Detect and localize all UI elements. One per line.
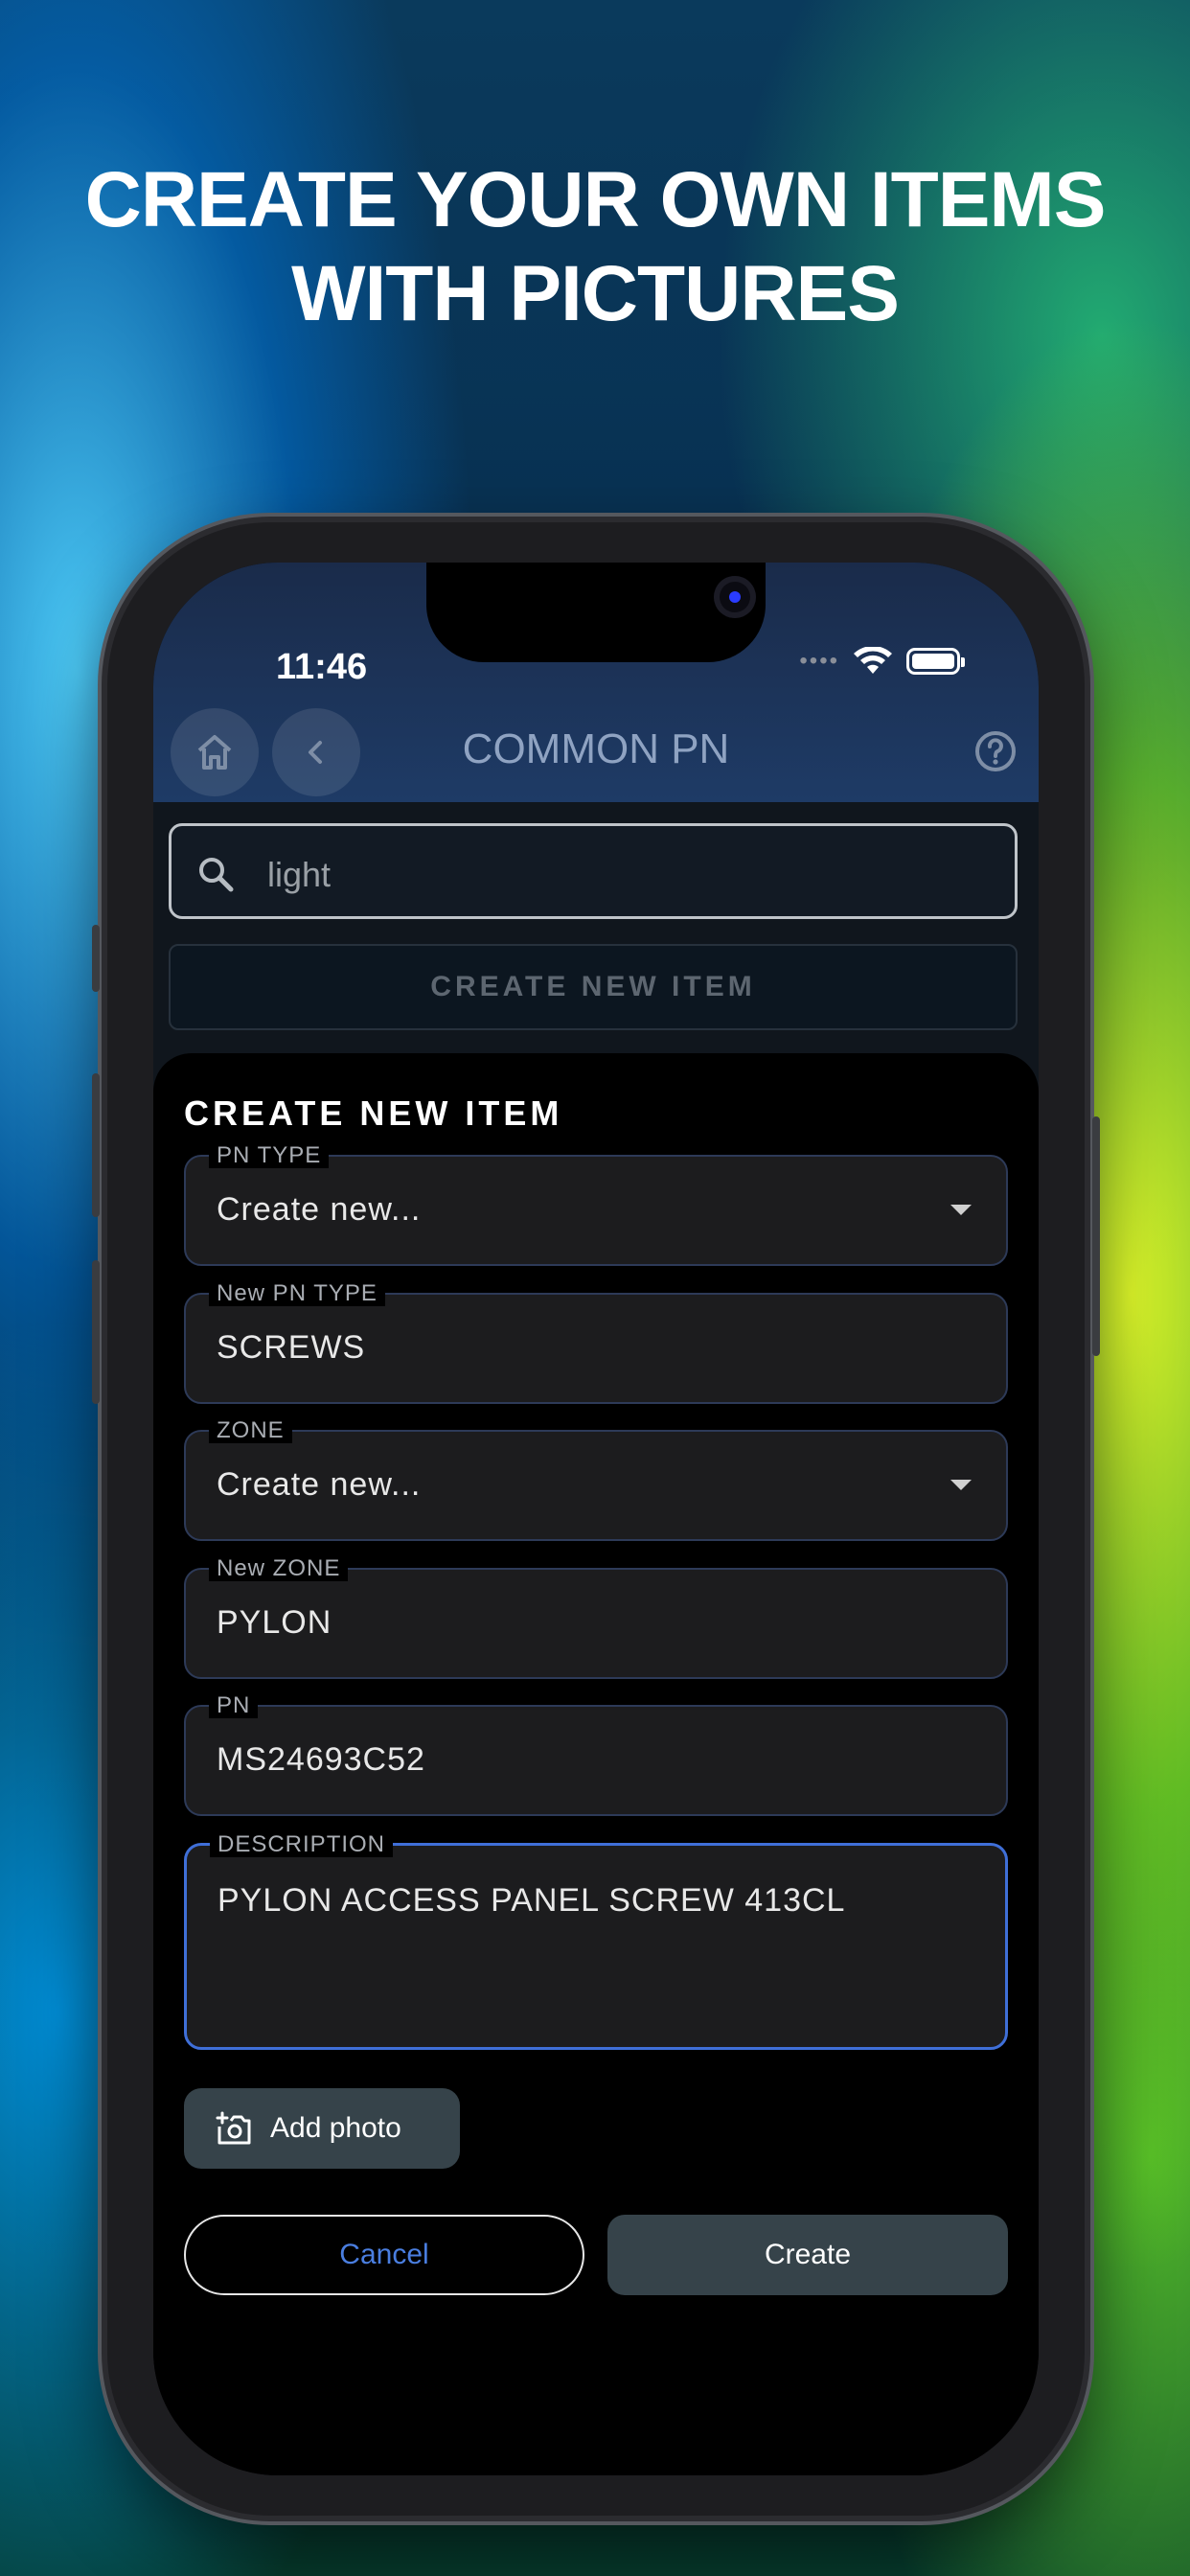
new-pn-type-value: SCREWS	[217, 1329, 366, 1366]
status-icons: ••••	[799, 647, 965, 676]
pn-field[interactable]: PN MS24693C52	[184, 1693, 1008, 1816]
zone-value: Create new...	[217, 1466, 422, 1503]
phone-frame: 11:46 •••• COMMON PN light CREATE NEW IT…	[92, 522, 1100, 2516]
create-item-sheet: CREATE NEW ITEM PN TYPE Create new... Ne…	[153, 1053, 1039, 2475]
create-new-item-button[interactable]: CREATE NEW ITEM	[169, 944, 1018, 1030]
add-photo-button[interactable]: Add photo	[184, 2088, 460, 2169]
zone-label: ZONE	[209, 1418, 292, 1443]
add-photo-label: Add photo	[270, 2112, 401, 2144]
new-pn-type-label: New PN TYPE	[209, 1281, 385, 1306]
battery-icon	[906, 648, 965, 675]
new-zone-label: New ZONE	[209, 1556, 349, 1581]
headline-line-1: CREATE YOUR OWN ITEMS	[84, 156, 1107, 243]
pn-label: PN	[209, 1693, 259, 1718]
wifi-icon	[854, 647, 892, 674]
pn-type-select[interactable]: PN TYPE Create new...	[184, 1143, 1008, 1266]
search-icon	[199, 858, 234, 892]
create-button[interactable]: Create	[607, 2215, 1008, 2295]
volume-down-button	[92, 1073, 100, 1217]
pn-type-value: Create new...	[217, 1191, 422, 1228]
description-value: PYLON ACCESS PANEL SCREW 413CL	[217, 1882, 846, 1919]
status-time: 11:46	[276, 647, 368, 687]
new-pn-type-field[interactable]: New PN TYPE SCREWS	[184, 1281, 1008, 1404]
search-input-value: light	[267, 855, 332, 894]
search-input[interactable]: light	[169, 823, 1018, 919]
notch	[426, 563, 766, 662]
sheet-title: CREATE NEW ITEM	[184, 1093, 563, 1133]
headline-line-2: WITH PICTURES	[291, 250, 900, 337]
new-zone-value: PYLON	[217, 1604, 332, 1641]
pn-value: MS24693C52	[217, 1741, 425, 1778]
app-bar: COMMON PN	[153, 687, 1039, 802]
add-photo-icon	[216, 2111, 251, 2145]
cancel-button[interactable]: Cancel	[184, 2215, 584, 2295]
help-circle-icon[interactable]	[973, 729, 1018, 773]
zone-select[interactable]: ZONE Create new...	[184, 1418, 1008, 1541]
new-zone-field[interactable]: New ZONE PYLON	[184, 1556, 1008, 1679]
phone-screen: 11:46 •••• COMMON PN light CREATE NEW IT…	[153, 563, 1039, 2475]
power-button	[1092, 1116, 1100, 1356]
headline: CREATE YOUR OWN ITEMS WITH PICTURES	[0, 153, 1190, 341]
front-camera	[714, 576, 756, 618]
pn-type-label: PN TYPE	[209, 1143, 330, 1168]
volume-up-button	[92, 925, 100, 992]
dropdown-caret-icon	[950, 1205, 972, 1215]
app-title: COMMON PN	[462, 725, 730, 772]
mute-switch	[92, 1260, 100, 1404]
dropdown-caret-icon	[950, 1480, 972, 1490]
description-field[interactable]: DESCRIPTION PYLON ACCESS PANEL SCREW 413…	[184, 1832, 1008, 2050]
signal-dots-icon: ••••	[799, 648, 839, 674]
description-label: DESCRIPTION	[210, 1832, 394, 1857]
